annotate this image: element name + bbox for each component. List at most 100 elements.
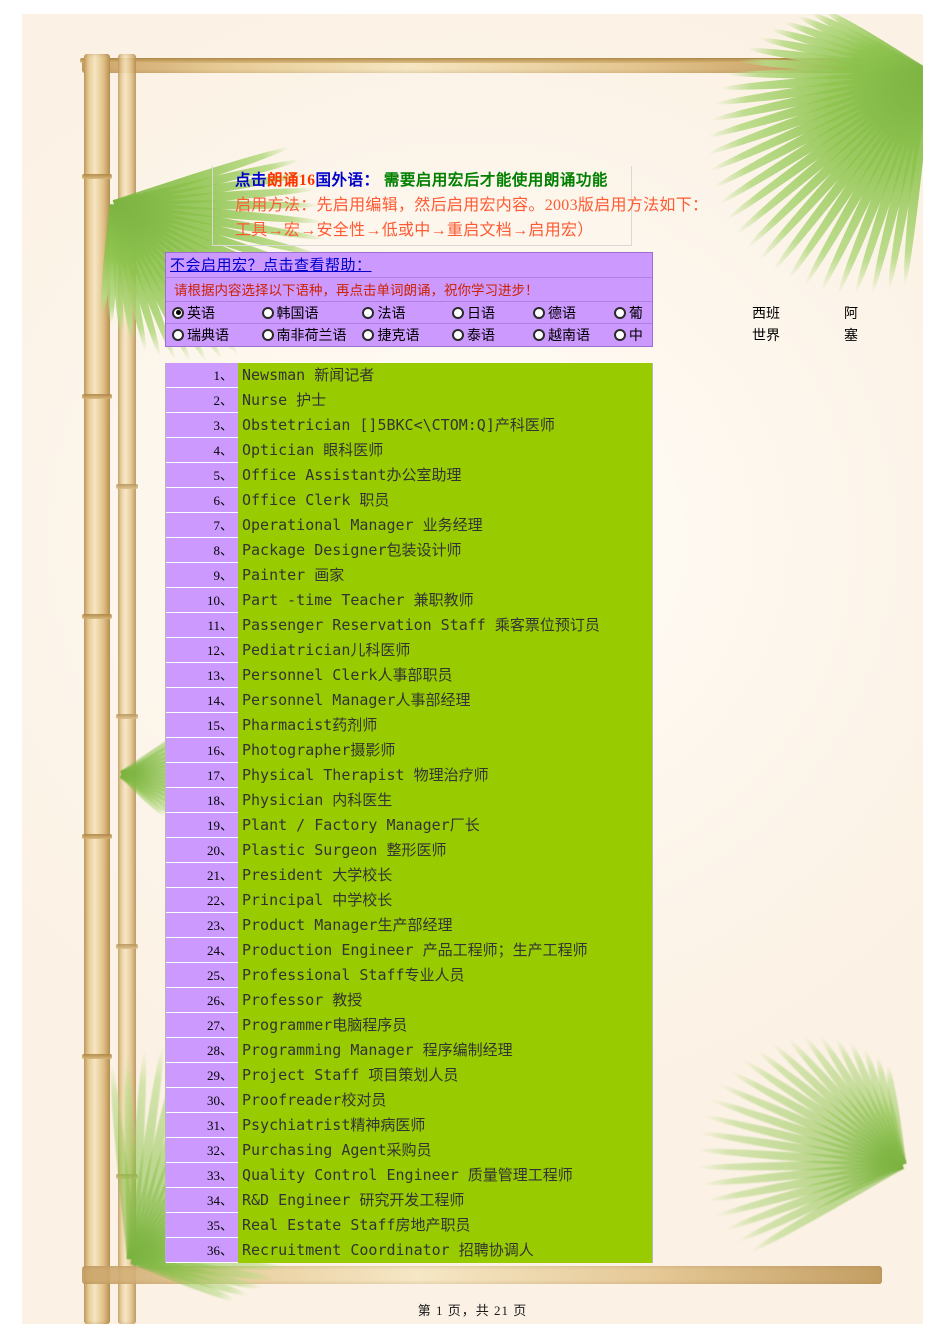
vocabulary-row-text[interactable]: Part -time Teacher 兼职教师 bbox=[238, 588, 652, 613]
language-option-韩国语[interactable]: 韩国语 bbox=[261, 303, 363, 323]
vocabulary-row-text[interactable]: Physician 内科医生 bbox=[238, 788, 652, 813]
language-option-德语[interactable]: 德语 bbox=[532, 303, 614, 323]
radio-button-icon[interactable] bbox=[172, 306, 184, 319]
vocabulary-row[interactable]: 9、 Painter 画家 bbox=[166, 563, 652, 588]
language-option-中[interactable]: 中 bbox=[613, 325, 652, 345]
radio-button-icon[interactable] bbox=[452, 329, 465, 341]
vocabulary-row-text[interactable]: Nurse 护士 bbox=[238, 388, 652, 413]
vocabulary-row-text[interactable]: Newsman 新闻记者 bbox=[238, 363, 652, 388]
vocabulary-row[interactable]: 19、 Plant / Factory Manager厂长 bbox=[166, 813, 652, 838]
vocabulary-row[interactable]: 27、 Programmer电脑程序员 bbox=[166, 1013, 652, 1038]
vocabulary-row[interactable]: 13、 Personnel Clerk人事部职员 bbox=[166, 663, 652, 688]
language-option-法语[interactable]: 法语 bbox=[362, 303, 452, 323]
vocabulary-row-number: 34、 bbox=[166, 1188, 238, 1213]
vocabulary-row[interactable]: 10、 Part -time Teacher 兼职教师 bbox=[166, 588, 652, 613]
vocabulary-row[interactable]: 23、 Product Manager生产部经理 bbox=[166, 913, 652, 938]
palm-blade-icon bbox=[717, 1080, 904, 1169]
vocabulary-row-text[interactable]: Office Assistant办公室助理 bbox=[238, 463, 652, 488]
vocabulary-row[interactable]: 30、 Proofreader校对员 bbox=[166, 1088, 652, 1113]
language-option-日语[interactable]: 日语 bbox=[452, 303, 533, 323]
vocabulary-row-text[interactable]: Principal 中学校长 bbox=[238, 888, 652, 913]
vocabulary-row[interactable]: 35、 Real Estate Staff房地产职员 bbox=[166, 1213, 652, 1238]
vocabulary-row-text[interactable]: Physical Therapist 物理治疗师 bbox=[238, 763, 652, 788]
vocabulary-row[interactable]: 3、 Obstetrician []5BKC<\CTOM:Q]产科医师 bbox=[166, 413, 652, 438]
vocabulary-row-text[interactable]: Psychiatrist精神病医师 bbox=[238, 1113, 652, 1138]
language-option-英语[interactable]: 英语 bbox=[172, 303, 262, 323]
vocabulary-row[interactable]: 12、 Pediatrician儿科医师 bbox=[166, 638, 652, 663]
vocabulary-row[interactable]: 20、 Plastic Surgeon 整形医师 bbox=[166, 838, 652, 863]
macro-help-link[interactable]: 不会启用宏？点击查看帮助： bbox=[170, 258, 372, 274]
vocabulary-row[interactable]: 4、 Optician 眼科医师 bbox=[166, 438, 652, 463]
vocabulary-row-text[interactable]: Project Staff 项目策划人员 bbox=[238, 1063, 652, 1088]
vocabulary-row-text[interactable]: Optician 眼科医师 bbox=[238, 438, 652, 463]
palm-blade-icon bbox=[98, 203, 119, 314]
vocabulary-row[interactable]: 2、 Nurse 护士 bbox=[166, 388, 652, 413]
vocabulary-row[interactable]: 8、 Package Designer包装设计师 bbox=[166, 538, 652, 563]
radio-button-icon[interactable] bbox=[532, 306, 545, 319]
vocabulary-row[interactable]: 36、 Recruitment Coordinator 招聘协调人 bbox=[166, 1238, 652, 1263]
vocabulary-row[interactable]: 31、 Psychiatrist精神病医师 bbox=[166, 1113, 652, 1138]
vocabulary-row-text[interactable]: Proofreader校对员 bbox=[238, 1088, 652, 1113]
vocabulary-row[interactable]: 25、 Professional Staff专业人员 bbox=[166, 963, 652, 988]
radio-button-icon[interactable] bbox=[261, 329, 274, 341]
vocabulary-row-text[interactable]: Personnel Manager人事部经理 bbox=[238, 688, 652, 713]
language-option-瑞典语[interactable]: 瑞典语 bbox=[172, 325, 262, 345]
vocabulary-row-text[interactable]: Passenger Reservation Staff 乘客票位预订员 bbox=[238, 613, 652, 638]
language-option-葡[interactable]: 葡 bbox=[613, 303, 652, 323]
vocabulary-row-text[interactable]: Programming Manager 程序编制经理 bbox=[238, 1038, 652, 1063]
language-option-南非荷兰语[interactable]: 南非荷兰语 bbox=[261, 325, 363, 345]
vocabulary-row-text[interactable]: Personnel Clerk人事部职员 bbox=[238, 663, 652, 688]
vocabulary-row[interactable]: 21、 President 大学校长 bbox=[166, 863, 652, 888]
radio-button-icon[interactable] bbox=[452, 306, 465, 319]
language-option-越南语[interactable]: 越南语 bbox=[532, 325, 614, 345]
radio-button-icon[interactable] bbox=[613, 329, 626, 341]
radio-button-icon[interactable] bbox=[362, 306, 375, 319]
vocabulary-row-text[interactable]: President 大学校长 bbox=[238, 863, 652, 888]
radio-button-icon[interactable] bbox=[172, 329, 184, 341]
vocabulary-row[interactable]: 22、 Principal 中学校长 bbox=[166, 888, 652, 913]
vocabulary-row[interactable]: 33、 Quality Control Engineer 质量管理工程师 bbox=[166, 1163, 652, 1188]
vocabulary-row-text[interactable]: Obstetrician []5BKC<\CTOM:Q]产科医师 bbox=[238, 413, 652, 438]
radio-button-icon[interactable] bbox=[532, 329, 545, 341]
vocabulary-row-text[interactable]: R&D Engineer 研究开发工程师 bbox=[238, 1188, 652, 1213]
vocabulary-row[interactable]: 11、 Passenger Reservation Staff 乘客票位预订员 bbox=[166, 613, 652, 638]
vocabulary-row[interactable]: 26、 Professor 教授 bbox=[166, 988, 652, 1013]
vocabulary-row-text[interactable]: Plastic Surgeon 整形医师 bbox=[238, 838, 652, 863]
radio-button-icon[interactable] bbox=[613, 306, 626, 319]
vocabulary-row-text[interactable]: Pediatrician儿科医师 bbox=[238, 638, 652, 663]
vocabulary-row-text[interactable]: Quality Control Engineer 质量管理工程师 bbox=[238, 1163, 652, 1188]
vocabulary-row[interactable]: 6、 Office Clerk 职员 bbox=[166, 488, 652, 513]
vocabulary-row[interactable]: 29、 Project Staff 项目策划人员 bbox=[166, 1063, 652, 1088]
vocabulary-row[interactable]: 5、 Office Assistant办公室助理 bbox=[166, 463, 652, 488]
radio-button-icon[interactable] bbox=[261, 306, 274, 319]
vocabulary-row-text[interactable]: Pharmacist药剂师 bbox=[238, 713, 652, 738]
vocabulary-row-text[interactable]: Production Engineer 产品工程师；生产工程师 bbox=[238, 938, 652, 963]
vocabulary-row-text[interactable]: Programmer电脑程序员 bbox=[238, 1013, 652, 1038]
vocabulary-row[interactable]: 24、 Production Engineer 产品工程师；生产工程师 bbox=[166, 938, 652, 963]
language-option-泰语[interactable]: 泰语 bbox=[452, 325, 533, 345]
vocabulary-row-text[interactable]: Operational Manager 业务经理 bbox=[238, 513, 652, 538]
vocabulary-row[interactable]: 1、 Newsman 新闻记者 bbox=[166, 363, 652, 388]
vocabulary-row-text[interactable]: Professional Staff专业人员 bbox=[238, 963, 652, 988]
vocabulary-row[interactable]: 34、 R&D Engineer 研究开发工程师 bbox=[166, 1188, 652, 1213]
vocabulary-row-text[interactable]: Professor 教授 bbox=[238, 988, 652, 1013]
vocabulary-row[interactable]: 14、 Personnel Manager人事部经理 bbox=[166, 688, 652, 713]
vocabulary-row-text[interactable]: Photographer摄影师 bbox=[238, 738, 652, 763]
vocabulary-row-text[interactable]: Purchasing Agent采购员 bbox=[238, 1138, 652, 1163]
vocabulary-row-text[interactable]: Recruitment Coordinator 招聘协调人 bbox=[238, 1238, 652, 1263]
language-option-捷克语[interactable]: 捷克语 bbox=[362, 325, 452, 345]
vocabulary-row[interactable]: 18、 Physician 内科医生 bbox=[166, 788, 652, 813]
vocabulary-row[interactable]: 16、 Photographer摄影师 bbox=[166, 738, 652, 763]
vocabulary-row-text[interactable]: Painter 画家 bbox=[238, 563, 652, 588]
radio-button-icon[interactable] bbox=[362, 329, 375, 341]
vocabulary-row[interactable]: 7、 Operational Manager 业务经理 bbox=[166, 513, 652, 538]
vocabulary-row[interactable]: 32、 Purchasing Agent采购员 bbox=[166, 1138, 652, 1163]
vocabulary-row-text[interactable]: Real Estate Staff房地产职员 bbox=[238, 1213, 652, 1238]
vocabulary-row-text[interactable]: Plant / Factory Manager厂长 bbox=[238, 813, 652, 838]
vocabulary-row-text[interactable]: Product Manager生产部经理 bbox=[238, 913, 652, 938]
vocabulary-row-text[interactable]: Package Designer包装设计师 bbox=[238, 538, 652, 563]
vocabulary-row[interactable]: 17、 Physical Therapist 物理治疗师 bbox=[166, 763, 652, 788]
vocabulary-row[interactable]: 28、 Programming Manager 程序编制经理 bbox=[166, 1038, 652, 1063]
vocabulary-row-text[interactable]: Office Clerk 职员 bbox=[238, 488, 652, 513]
vocabulary-row[interactable]: 15、 Pharmacist药剂师 bbox=[166, 713, 652, 738]
